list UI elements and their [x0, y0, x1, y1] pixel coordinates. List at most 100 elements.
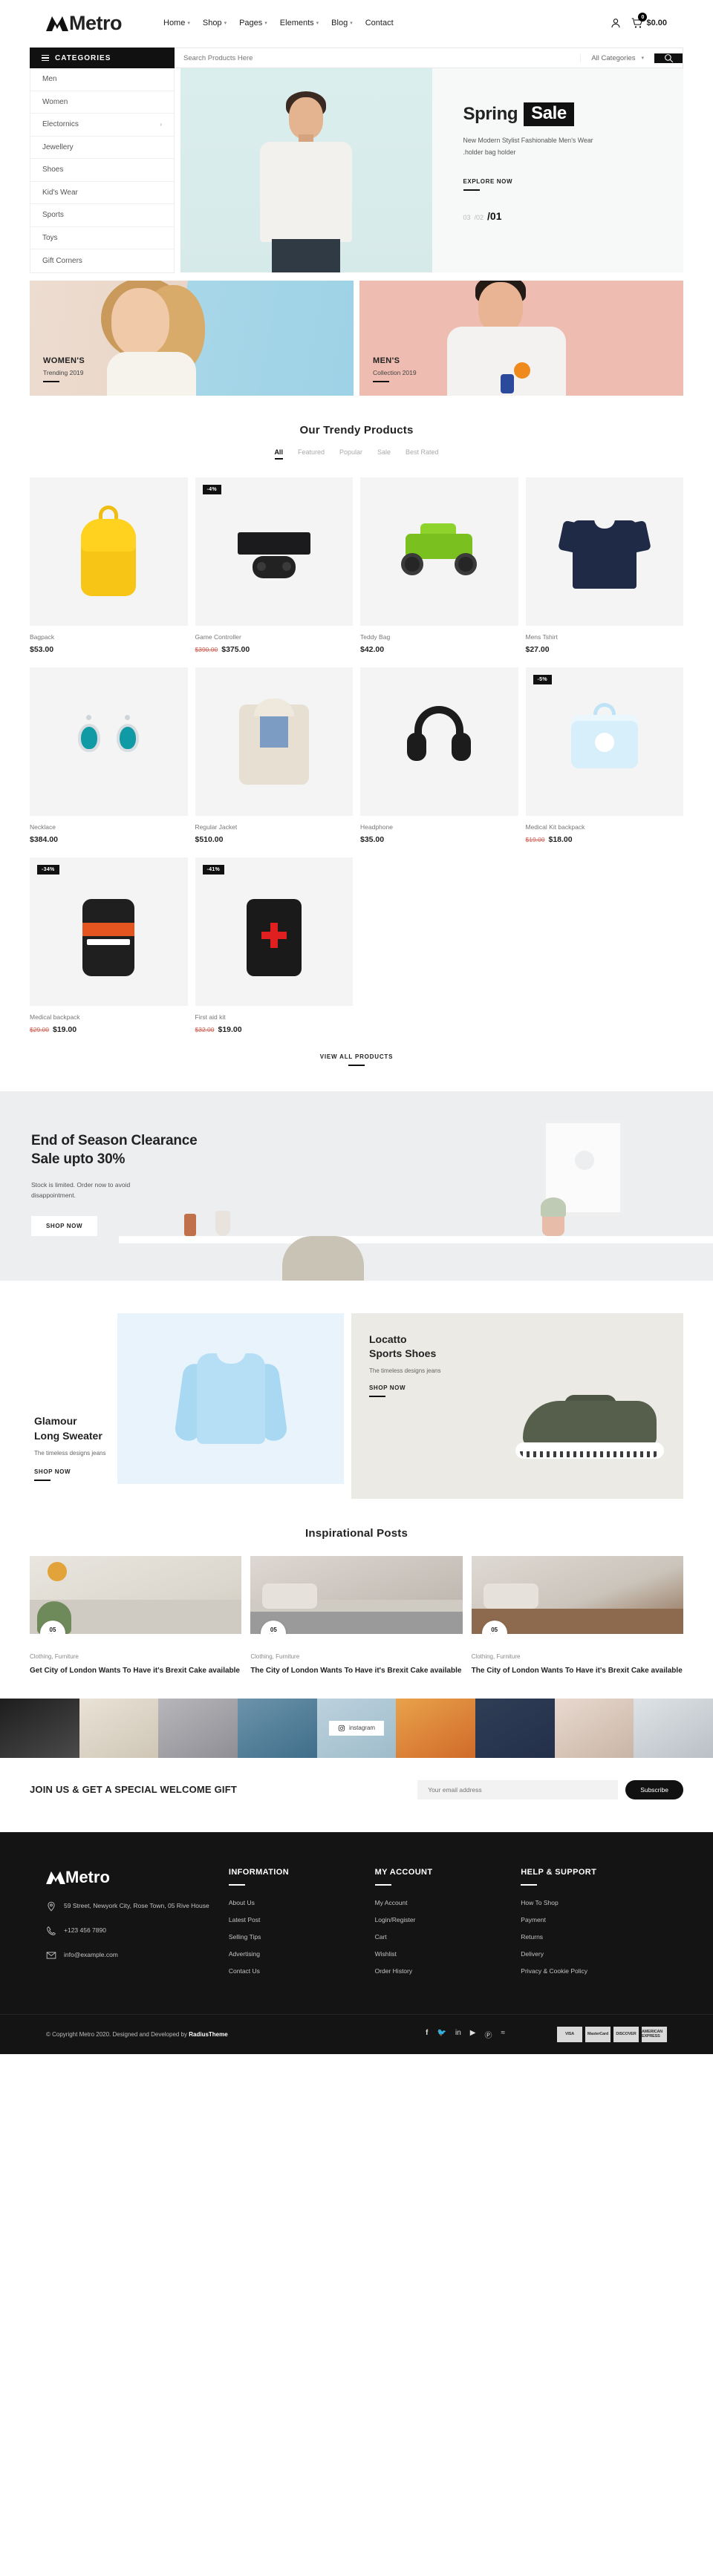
linkedin-icon[interactable]: in: [455, 2029, 461, 2040]
product-thumbnail: -34%: [30, 857, 188, 1006]
cart-widget[interactable]: 0 $0.00: [631, 13, 667, 29]
tab-sale[interactable]: Sale: [377, 448, 391, 460]
categories-button-label: CATEGORIES: [55, 53, 111, 62]
sidebar-item-kids-wear[interactable]: Kid's Wear: [30, 182, 174, 204]
footer-logo[interactable]: Metro: [46, 1868, 229, 1887]
blog-post-card[interactable]: 05 May Clothing, Furniture Get City of L…: [30, 1555, 242, 1676]
product-card[interactable]: Bagpack $53.00: [30, 477, 188, 654]
product-card[interactable]: Headphone $35.00: [360, 667, 518, 844]
blog-post-title[interactable]: The City of London Wants To Have it's Br…: [250, 1665, 462, 1676]
sidebar-item-men[interactable]: Men: [30, 68, 174, 91]
search-submit-button[interactable]: [654, 53, 683, 63]
tab-all[interactable]: All: [274, 448, 283, 460]
clearance-shop-now-button[interactable]: SHOP NOW: [31, 1215, 98, 1236]
nav-item-contact[interactable]: Contact: [365, 19, 394, 27]
product-card[interactable]: -5% Medical Kit backpack $19.00 $18.00: [525, 667, 684, 844]
instagram-badge[interactable]: instagram: [328, 1720, 385, 1736]
nav-item-blog[interactable]: Blog ▾: [331, 19, 353, 27]
sidebar-item-toys[interactable]: Toys: [30, 227, 174, 249]
rss-icon[interactable]: ≈: [501, 2029, 506, 2040]
feature-block-locatto[interactable]: Locatto Sports Shoes The timeless design…: [351, 1312, 683, 1499]
newsletter-email-input[interactable]: [417, 1779, 619, 1799]
twitter-icon[interactable]: 🐦: [437, 2029, 446, 2040]
footer-link-login-register[interactable]: Login/Register: [375, 1916, 521, 1923]
product-thumbnail: [360, 477, 518, 626]
feature-glamour-shop-now-button[interactable]: SHOP NOW: [34, 1468, 106, 1481]
sidebar-item-jewellery[interactable]: Jewellery: [30, 137, 174, 159]
footer-link-my-account[interactable]: My Account: [375, 1899, 521, 1906]
instagram-photo[interactable]: [0, 1698, 79, 1758]
promo-banner-mens[interactable]: MEN'S Collection 2019: [359, 280, 683, 396]
footer-link-delivery[interactable]: Delivery: [521, 1950, 667, 1958]
blog-post-card[interactable]: 05 May Clothing, Furniture The City of L…: [250, 1555, 463, 1676]
blog-post-title[interactable]: The City of London Wants To Have it's Br…: [472, 1665, 683, 1676]
pinterest-icon[interactable]: Ⓟ: [485, 2029, 492, 2040]
footer-link-how-to-shop[interactable]: How To Shop: [521, 1899, 667, 1906]
promo-womens-underline: [43, 380, 59, 382]
product-card[interactable]: Teddy Bag $42.00: [360, 477, 518, 654]
product-card[interactable]: -34% Medical backpack $29.00 $19.00: [30, 857, 188, 1034]
sidebar-item-gift-corners[interactable]: Gift Corners: [30, 249, 174, 272]
sidebar-item-shoes[interactable]: Shoes: [30, 159, 174, 182]
footer-link-returns[interactable]: Returns: [521, 1933, 667, 1941]
tab-featured[interactable]: Featured: [298, 448, 325, 460]
feature-locatto-title: Locatto Sports Shoes: [369, 1333, 683, 1361]
newsletter-subscribe-button[interactable]: Subscribe: [625, 1779, 683, 1799]
product-card[interactable]: Mens Tshirt $27.00: [525, 477, 683, 654]
view-all-products-button[interactable]: VIEW ALL PRODUCTS: [30, 1053, 683, 1066]
instagram-photo[interactable]: [158, 1698, 238, 1758]
footer-link-latest-post[interactable]: Latest Post: [229, 1916, 375, 1923]
instagram-photo[interactable]: [79, 1698, 159, 1758]
footer-link-selling-tips[interactable]: Selling Tips: [229, 1933, 375, 1941]
search-input[interactable]: [175, 53, 581, 62]
footer-link-payment[interactable]: Payment: [521, 1916, 667, 1923]
nav-item-home[interactable]: Home ▾: [163, 19, 190, 27]
site-logo[interactable]: Metro: [46, 12, 123, 35]
blog-post-card[interactable]: 05 May Clothing, Furniture The City of L…: [471, 1555, 683, 1676]
discount-badge: -41%: [202, 864, 225, 875]
product-price: $19.00 $18.00: [526, 835, 684, 844]
footer-link-advertising[interactable]: Advertising: [229, 1950, 375, 1958]
metro-mountain-icon: [46, 16, 68, 31]
user-account-icon[interactable]: [610, 17, 622, 29]
feature-locatto-title-line2: Sports Shoes: [369, 1347, 437, 1360]
footer-email-text[interactable]: info@example.com: [64, 1949, 118, 1960]
categories-button[interactable]: CATEGORIES: [30, 48, 175, 68]
footer-link-wishlist[interactable]: Wishlist: [375, 1950, 521, 1958]
product-card[interactable]: Necklace $384.00: [30, 667, 188, 844]
nav-item-shop[interactable]: Shop ▾: [203, 19, 227, 27]
footer-link-cart[interactable]: Cart: [375, 1933, 521, 1941]
category-select[interactable]: All Categories ▾: [580, 53, 654, 62]
footer-link-privacy-cookie-policy[interactable]: Privacy & Cookie Policy: [521, 1967, 667, 1975]
footer-email: info@example.com: [46, 1949, 229, 1961]
nav-item-pages[interactable]: Pages ▾: [239, 19, 267, 27]
promo-womens-subtitle: Trending 2019: [43, 368, 84, 376]
hero-cta-button[interactable]: EXPLORE NOW: [463, 178, 684, 191]
instagram-photo[interactable]: [238, 1698, 317, 1758]
sidebar-item-women[interactable]: Women: [30, 91, 174, 114]
social-links: 𝐟 🐦 in ▶ Ⓟ ≈: [426, 2029, 505, 2040]
facebook-icon[interactable]: 𝐟: [426, 2029, 428, 2040]
product-current-price: $19.00: [53, 1024, 77, 1034]
sidebar-item-electornics[interactable]: Electornics ›: [30, 114, 174, 137]
sidebar-item-sports[interactable]: Sports: [30, 204, 174, 227]
tab-best-rated[interactable]: Best Rated: [406, 448, 439, 460]
youtube-icon[interactable]: ▶: [470, 2029, 476, 2040]
tab-popular[interactable]: Popular: [339, 448, 362, 460]
promo-banner-womens[interactable]: WOMEN'S Trending 2019: [30, 280, 354, 396]
footer-phone-text[interactable]: +123 456 7890: [64, 1925, 106, 1935]
copyright-brand[interactable]: RadiusTheme: [189, 2031, 227, 2038]
product-card[interactable]: Regular Jacket $510.00: [195, 667, 353, 844]
feature-block-glamour[interactable]: Glamour Long Sweater The timeless design…: [30, 1312, 344, 1499]
product-card[interactable]: -41% First aid kit $32.00 $19.00: [195, 857, 353, 1034]
footer-link-order-history[interactable]: Order History: [375, 1967, 521, 1975]
blog-post-title[interactable]: Get City of London Wants To Have it's Br…: [30, 1665, 241, 1676]
footer-link-contact-us[interactable]: Contact Us: [229, 1967, 375, 1975]
instagram-photo[interactable]: [554, 1698, 634, 1758]
instagram-photo[interactable]: [634, 1698, 713, 1758]
product-card[interactable]: -4% Game Controller $390.00 $375.00: [195, 477, 353, 654]
instagram-photo[interactable]: [396, 1698, 476, 1758]
instagram-photo[interactable]: [475, 1698, 555, 1758]
nav-item-elements[interactable]: Elements ▾: [280, 19, 319, 27]
footer-link-about-us[interactable]: About Us: [229, 1899, 375, 1906]
